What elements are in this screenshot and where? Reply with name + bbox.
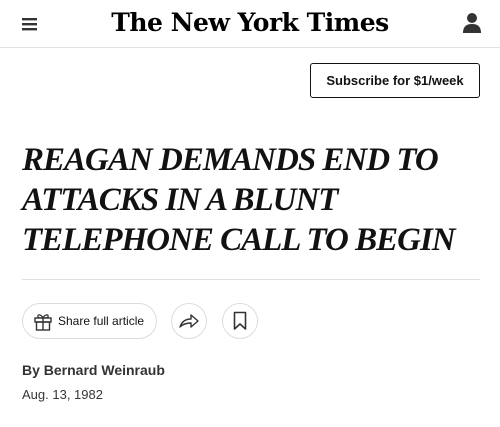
headline-line: REAGAN DEMANDS END TO [22, 142, 439, 178]
top-bar: The New York Times [0, 0, 500, 48]
bookmark-icon [233, 311, 247, 330]
account-button[interactable] [462, 12, 482, 34]
article-date: Aug. 13, 1982 [22, 387, 103, 402]
save-bookmark-button[interactable] [222, 303, 258, 339]
share-button-label: Share full article [58, 314, 145, 328]
gift-icon [34, 314, 52, 331]
headline-line: TELEPHONE CALL TO BEGIN [22, 222, 456, 258]
share-arrow-icon [179, 314, 199, 328]
subscribe-button[interactable]: Subscribe for $1/week [310, 63, 480, 98]
headline-line: ATTACKS IN A BLUNT [22, 182, 338, 218]
nyt-masthead-logo[interactable]: The New York Times [0, 6, 500, 40]
divider [22, 279, 480, 280]
share-full-article-button[interactable]: Share full article [22, 303, 157, 339]
article-byline: By Bernard Weinraub [22, 362, 165, 378]
user-account-icon [463, 13, 481, 33]
article-headline: REAGAN DEMANDS END TO ATTACKS IN A BLUNT… [22, 140, 492, 260]
share-button[interactable] [171, 303, 207, 339]
